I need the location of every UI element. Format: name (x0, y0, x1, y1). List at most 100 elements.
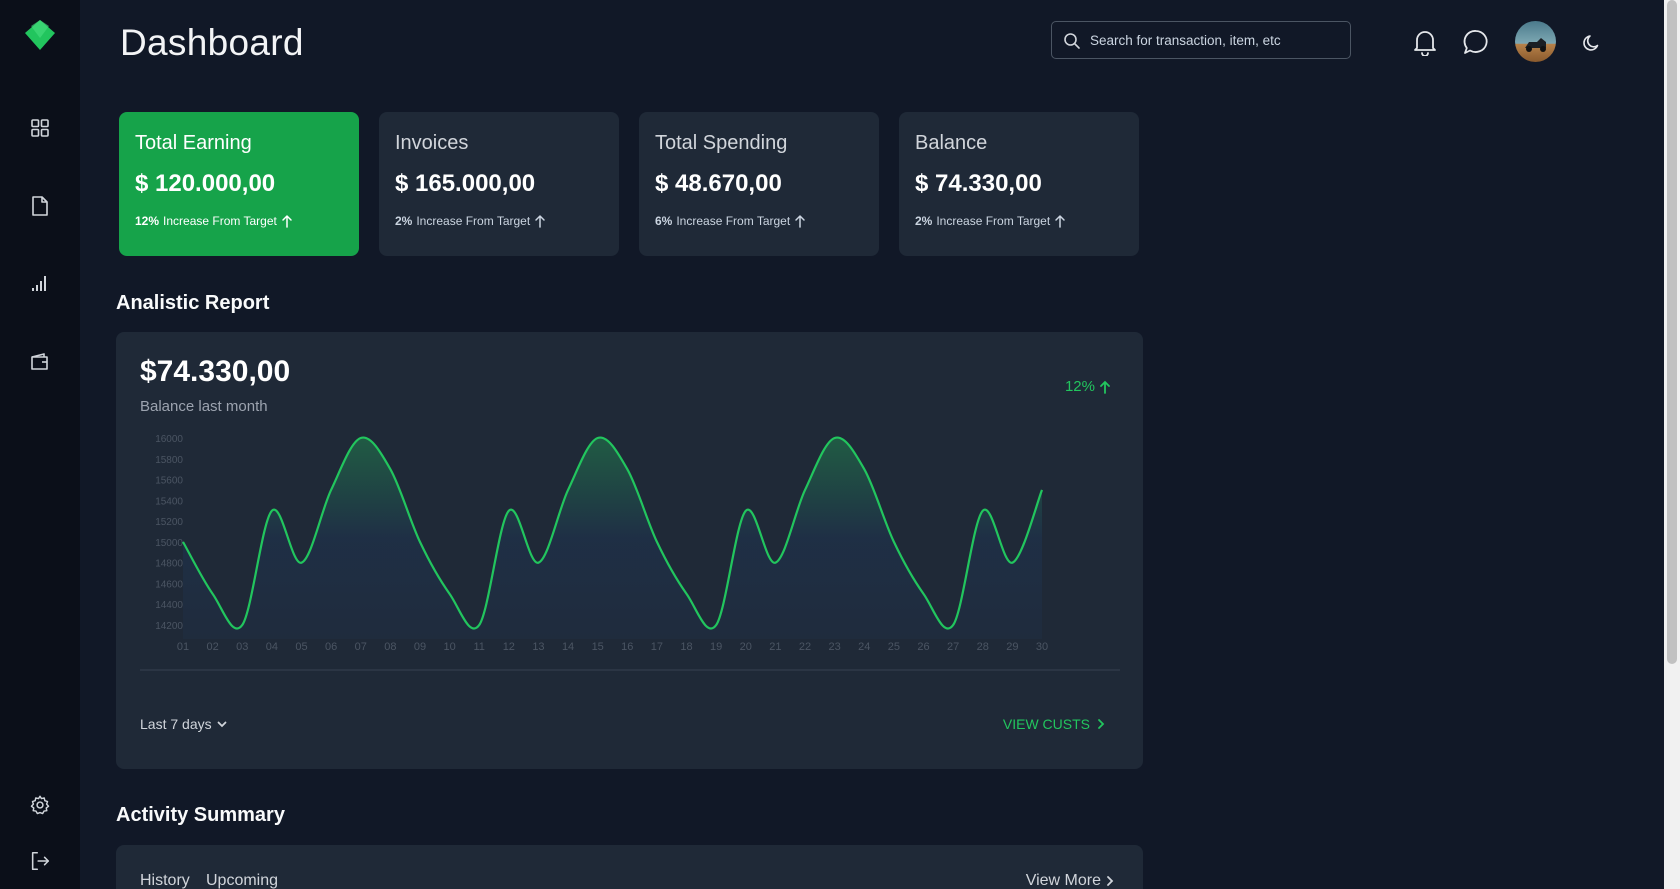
report-card: $74.330,00 Balance last month 12% 16000 1… (116, 332, 1143, 769)
chevron-right-icon (1098, 719, 1105, 729)
main-content: Dashboard Search for transaction, item, … (80, 0, 1664, 889)
x-tick-label: 11 (473, 641, 484, 653)
view-more-link[interactable]: View More (1026, 872, 1115, 889)
scrollbar-thumb[interactable] (1667, 0, 1677, 664)
y-tick-label: 15800 (155, 455, 183, 466)
y-tick-label: 14400 (155, 600, 183, 611)
stat-label: Invoices (395, 132, 469, 154)
x-tick-label: 10 (443, 641, 455, 653)
stat-trend-text: Increase From Target (936, 214, 1051, 228)
stat-trend: 2% Increase From Target (915, 214, 1066, 228)
x-tick-label: 14 (562, 641, 574, 653)
stat-label: Total Earning (135, 132, 252, 154)
x-tick-label: 21 (769, 641, 781, 653)
x-tick-label: 20 (740, 641, 752, 653)
y-tick-label: 15400 (155, 496, 183, 507)
x-tick-label: 29 (1006, 641, 1018, 653)
stat-trend-text: Increase From Target (163, 214, 277, 228)
tab-history[interactable]: History (140, 872, 190, 889)
wallet-icon[interactable] (28, 350, 52, 374)
stat-trend-pct: 12% (135, 214, 160, 228)
x-tick-label: 03 (236, 641, 248, 653)
stat-trend-text: Increase From Target (416, 214, 531, 228)
stat-card-balance[interactable]: Balance $ 74.330,00 2% Increase From Tar… (899, 112, 1139, 256)
stat-trend: 12% Increase From Target (135, 214, 293, 228)
arrow-up-icon (535, 214, 545, 228)
x-tick-label: 04 (266, 641, 278, 653)
stat-trend: 2% Increase From Target (395, 214, 546, 228)
section-title-activity: Activity Summary (116, 804, 285, 826)
x-tick-label: 06 (325, 641, 337, 653)
x-tick-label: 05 (295, 641, 307, 653)
x-tick-label: 24 (858, 641, 870, 653)
scrollbar[interactable] (1664, 0, 1680, 889)
stat-card-invoices[interactable]: Invoices $ 165.000,00 2% Increase From T… (379, 112, 619, 256)
x-tick-label: 12 (503, 641, 515, 653)
x-tick-label: 27 (947, 641, 959, 653)
stat-amount: $ 165.000,00 (395, 170, 536, 197)
bar-chart-icon[interactable] (28, 271, 52, 295)
range-dropdown[interactable]: Last 7 days (140, 716, 228, 732)
arrow-up-icon (282, 214, 292, 228)
report-amount: $74.330,00 (140, 355, 291, 388)
settings-icon[interactable] (28, 793, 52, 817)
stat-amount: $ 74.330,00 (915, 170, 1042, 197)
range-label: Last 7 days (140, 716, 212, 732)
arrow-up-icon (1100, 380, 1110, 394)
search-input[interactable] (1090, 22, 1345, 58)
section-title-report: Analistic Report (116, 292, 270, 314)
report-subtitle: Balance last month (140, 398, 268, 415)
stat-label: Total Spending (655, 132, 788, 154)
stat-card-total-earning[interactable]: Total Earning $ 120.000,00 12% Increase … (119, 112, 359, 256)
y-tick-label: 15000 (155, 538, 183, 549)
chart-area-fill (183, 437, 1042, 639)
activity-card: History Upcoming View More (116, 845, 1143, 889)
logout-icon[interactable] (28, 849, 52, 873)
y-tick-label: 15200 (155, 517, 183, 528)
x-tick-label: 19 (710, 641, 722, 653)
x-tick-label: 07 (355, 641, 367, 653)
stat-trend-pct: 2% (395, 214, 413, 228)
x-tick-label: 23 (829, 641, 841, 653)
stat-amount: $ 120.000,00 (135, 170, 276, 197)
tab-upcoming[interactable]: Upcoming (206, 872, 278, 889)
y-tick-label: 15600 (155, 476, 183, 487)
y-tick-label: 14800 (155, 559, 183, 570)
chevron-down-icon (217, 721, 227, 728)
y-tick-label: 14600 (155, 579, 183, 590)
y-tick-label: 16000 (155, 434, 183, 445)
view-more-label: View More (1025, 872, 1101, 889)
document-icon[interactable] (28, 194, 52, 218)
x-tick-label: 25 (888, 641, 900, 653)
stat-trend-pct: 6% (655, 214, 673, 228)
x-tick-label: 18 (680, 641, 692, 653)
x-tick-label: 30 (1036, 641, 1048, 653)
balance-chart: 16000 15800 15600 15400 15200 15000 14800 14600… (140, 434, 1120, 671)
search-box[interactable] (1051, 21, 1351, 59)
view-custs-link[interactable]: VIEW CUSTS (1003, 716, 1106, 732)
stat-card-total-spending[interactable]: Total Spending $ 48.670,00 6% Increase F… (639, 112, 879, 256)
x-tick-label: 28 (977, 641, 989, 653)
stat-label: Balance (915, 132, 988, 154)
x-tick-label: 01 (177, 641, 189, 653)
arrow-up-icon (795, 214, 805, 228)
page-title: Dashboard (120, 22, 304, 63)
logo-icon[interactable] (21, 16, 59, 54)
moon-icon[interactable] (1577, 28, 1607, 58)
grid-icon[interactable] (28, 116, 52, 140)
report-pct-value: 12% (1064, 378, 1095, 395)
x-tick-label: 02 (206, 641, 218, 653)
report-pct: 12% (1065, 378, 1111, 395)
stat-amount: $ 48.670,00 (655, 170, 782, 197)
chevron-right-icon (1107, 876, 1114, 886)
x-tick-label: 16 (621, 641, 633, 653)
avatar[interactable] (1515, 21, 1556, 62)
x-tick-label: 08 (384, 641, 396, 653)
bell-icon[interactable] (1410, 27, 1440, 57)
stat-trend-text: Increase From Target (676, 214, 791, 228)
x-tick-label: 17 (651, 641, 663, 653)
y-tick-label: 14200 (155, 621, 183, 632)
search-icon (1064, 33, 1080, 49)
chat-icon[interactable] (1461, 27, 1491, 57)
view-custs-label: VIEW CUSTS (1002, 716, 1090, 732)
